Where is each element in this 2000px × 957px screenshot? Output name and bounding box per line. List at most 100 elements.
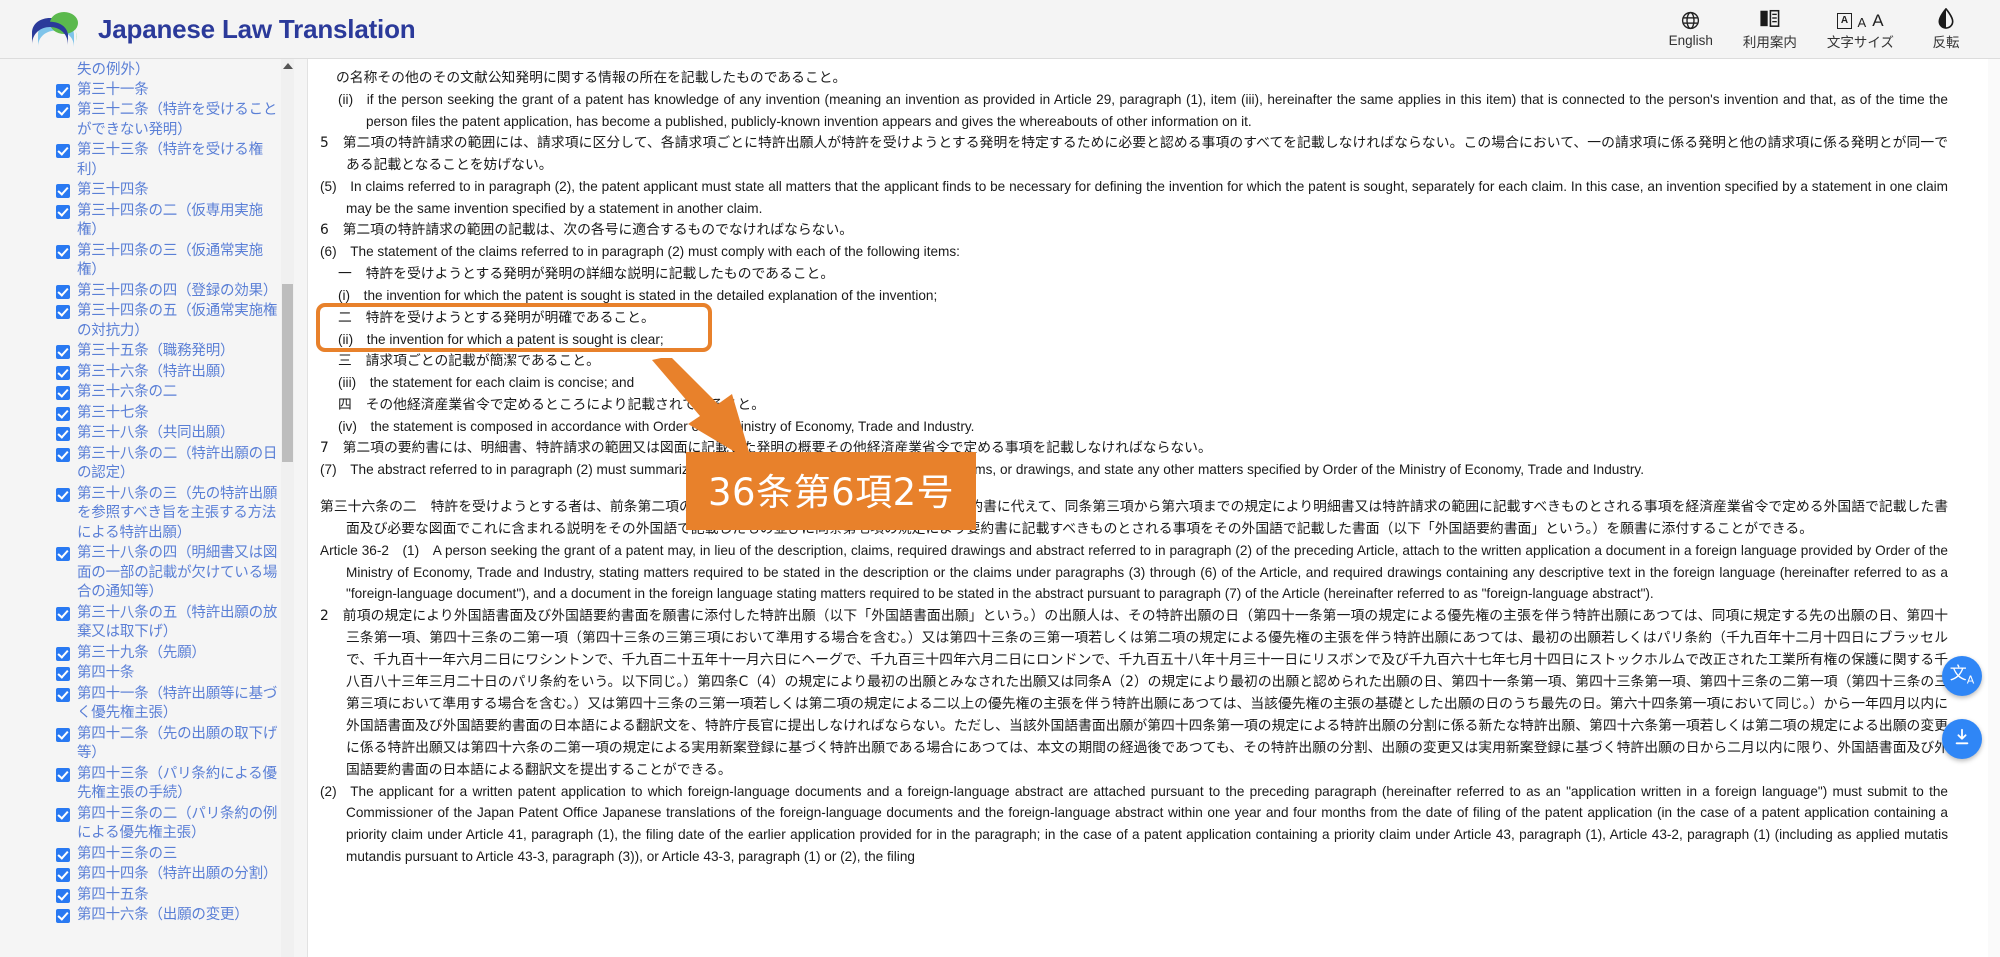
toc-item[interactable]: 第四十四条（特許出願の分割） (56, 865, 281, 885)
toc-item-label: 第四十三条の三 (77, 845, 178, 862)
contrast-toggle[interactable]: 反転 (1924, 7, 1968, 51)
toc-checkbox[interactable] (56, 427, 70, 441)
toc-item[interactable]: 第三十七条 (56, 404, 281, 424)
toc-checkbox[interactable] (56, 345, 70, 359)
toc-checkbox[interactable] (56, 204, 70, 219)
toc-item-label: 第四十五条 (77, 886, 149, 903)
toc-item[interactable]: 第四十五条 (56, 886, 281, 906)
toc-item-label: 第三十八条の二（特許出願の日の認定） (77, 445, 278, 482)
toc-checkbox[interactable] (56, 406, 70, 421)
toc-item-label: 第三十八条の四（明細書又は図面の一部の記載が欠けている場合の通知等） (77, 545, 278, 600)
toc-checkbox[interactable] (56, 104, 70, 118)
toc-item-label: 第三十七条 (77, 404, 149, 421)
translate-fab[interactable]: 文A (1942, 656, 1982, 696)
toc-item[interactable]: 第三十四条の三（仮通常実施権） (56, 242, 281, 281)
law-paragraph: (7) The abstract referred to in paragrap… (320, 462, 1644, 478)
toc-checkbox[interactable] (56, 646, 70, 661)
law-paragraph: 三 請求項ごとの記載が簡潔であること。 (338, 353, 600, 370)
toc-item-label: 第三十六条（特許出願） (77, 363, 235, 380)
toc-checkbox[interactable] (56, 727, 70, 742)
document-viewer[interactable]: の名称その他のその文献公知発明に関する情報の所在を記載したものであること。 (ii… (308, 59, 2000, 957)
toc-checkbox[interactable] (56, 687, 70, 702)
toc-checkbox[interactable] (56, 144, 70, 158)
toc-item[interactable]: 第四十三条の二（パリ条約の例による優先権主張） (56, 805, 281, 844)
law-paragraph: 2 前項の規定により外国語書面及び外国語要約書面を願書に添付した特許出願（以下「… (320, 607, 1948, 778)
toc-item[interactable]: 第四十二条（先の出願の取下げ等） (56, 725, 281, 764)
site-logo-icon (28, 9, 84, 49)
law-paragraph: Article 36-2 (1) A person seeking the gr… (320, 542, 1948, 602)
toc-checkbox[interactable] (56, 909, 70, 923)
toc-item-label: 第四十四条（特許出願の分割） (77, 866, 278, 882)
toc-item[interactable]: 第三十四条 (56, 181, 281, 201)
contrast-icon (1936, 7, 1956, 29)
toc-item[interactable]: 第三十四条の五（仮通常実施権の対抗力） (56, 302, 281, 341)
toc-item[interactable]: 第四十三条（パリ条約による優先権主張の手続） (56, 765, 281, 804)
toc-checkbox[interactable] (56, 365, 70, 380)
toc-item[interactable]: 第三十八条の二（特許出願の日の認定） (56, 445, 281, 484)
toc-item[interactable]: 第三十八条の四（明細書又は図面の一部の記載が欠けている場合の通知等） (56, 544, 281, 603)
law-paragraph: 二 特許を受けようとする発明が明確であること。 (338, 309, 655, 326)
toc-item[interactable]: 第三十五条（職務発明） (56, 342, 281, 362)
toc-item[interactable]: 第三十九条（先願） (56, 644, 281, 664)
toc-item[interactable]: 第三十二条（特許を受けることができない発明） (56, 101, 281, 140)
sidebar-scrollbar[interactable] (281, 59, 294, 957)
language-toggle[interactable]: English (1669, 10, 1713, 48)
toc-item-label: 第三十四条 (77, 182, 149, 198)
toc-item[interactable]: 第三十三条（特許を受ける権利） (56, 141, 281, 180)
download-fab[interactable] (1942, 719, 1982, 759)
law-paragraph: (iv) the statement is composed in accord… (338, 418, 975, 434)
toc-item-label: 第四十一条（特許出願等に基づく優先権主張） (77, 685, 278, 722)
toc-checkbox[interactable] (56, 184, 70, 198)
toc-item[interactable]: 第四十条 (56, 664, 281, 684)
language-toggle-label: English (1668, 33, 1713, 48)
toc-checkbox[interactable] (56, 847, 70, 862)
toc-item-label: 第四十二条（先の出願の取下げ等） (77, 725, 278, 762)
law-paragraph: (iii) the statement for each claim is co… (338, 375, 635, 391)
toc-checkbox[interactable] (56, 807, 70, 822)
site-title: Japanese Law Translation (98, 13, 416, 44)
toc-item-label: 第三十八条の三（先の特許出願を参照すべき旨を主張する方法による特許出願） (77, 485, 278, 541)
toc-checkbox[interactable] (56, 667, 70, 681)
scroll-up-arrow-icon[interactable] (281, 61, 294, 71)
toc-item-label: 第三十二条（特許を受けることができない発明） (77, 102, 278, 138)
brand[interactable]: Japanese Law Translation (28, 9, 416, 49)
toc-checkbox[interactable] (56, 83, 70, 98)
app-header: Japanese Law Translation English 利用案内 A … (0, 0, 2000, 58)
toc-item[interactable]: 第三十一条 (56, 81, 281, 101)
usage-guide-button[interactable]: 利用案内 (1743, 8, 1797, 51)
download-icon (1953, 728, 1971, 751)
content-scrollbar[interactable] (1988, 59, 2000, 957)
font-size-control[interactable]: A A A 文字サイズ (1827, 8, 1894, 51)
toc-checkbox[interactable] (56, 487, 70, 502)
law-paragraph: (ii) if the person seeking the grant of … (338, 92, 1948, 129)
law-paragraph: (i) the invention for which the patent i… (338, 287, 938, 303)
translate-icon: 文A (1949, 664, 1975, 687)
toc-item[interactable]: 第四十六条（出願の変更） (56, 906, 281, 926)
toc-item[interactable]: 第四十三条の三 (56, 845, 281, 865)
toc-item[interactable]: 第三十四条の四（登録の効果） (56, 282, 281, 302)
toc-checkbox[interactable] (56, 888, 70, 903)
toc-checkbox[interactable] (56, 284, 70, 299)
toc-item[interactable]: 第三十四条の二（仮専用実施権） (56, 202, 281, 241)
toc-item[interactable]: 第三十八条の五（特許出願の放棄又は取下げ） (56, 604, 281, 643)
toc-checkbox[interactable] (56, 767, 70, 782)
toc-checkbox[interactable] (56, 606, 70, 621)
toc-checkbox[interactable] (56, 305, 70, 319)
toc-checkbox[interactable] (56, 447, 70, 462)
toc-checkbox[interactable] (56, 244, 70, 259)
toc-item-label: 第三十八条（共同出願） (77, 425, 235, 441)
toc-item[interactable]: 第三十八条の三（先の特許出願を参照すべき旨を主張する方法による特許出願） (56, 485, 281, 544)
toc-item[interactable]: 第三十六条（特許出願） (56, 363, 281, 383)
law-paragraph: (5) In claims referred to in paragraph (… (320, 179, 1948, 216)
book-icon (1758, 8, 1781, 29)
font-size-icon: A A A (1837, 8, 1884, 29)
sidebar-scrollbar-thumb[interactable] (282, 284, 293, 462)
law-paragraph: 5 第二項の特許請求の範囲には、請求項に区分して、各請求項ごとに特許出願人が特許… (320, 135, 1948, 174)
toc-checkbox[interactable] (56, 547, 70, 561)
toc-item[interactable]: 第三十八条（共同出願） (56, 424, 281, 444)
header-tools: English 利用案内 A A A 文字サイズ 反転 (1669, 7, 1978, 51)
toc-item[interactable]: 第四十一条（特許出願等に基づく優先権主張） (56, 685, 281, 724)
toc-checkbox[interactable] (56, 386, 70, 400)
toc-checkbox[interactable] (56, 868, 70, 882)
toc-item[interactable]: 第三十六条の二 (56, 383, 281, 403)
